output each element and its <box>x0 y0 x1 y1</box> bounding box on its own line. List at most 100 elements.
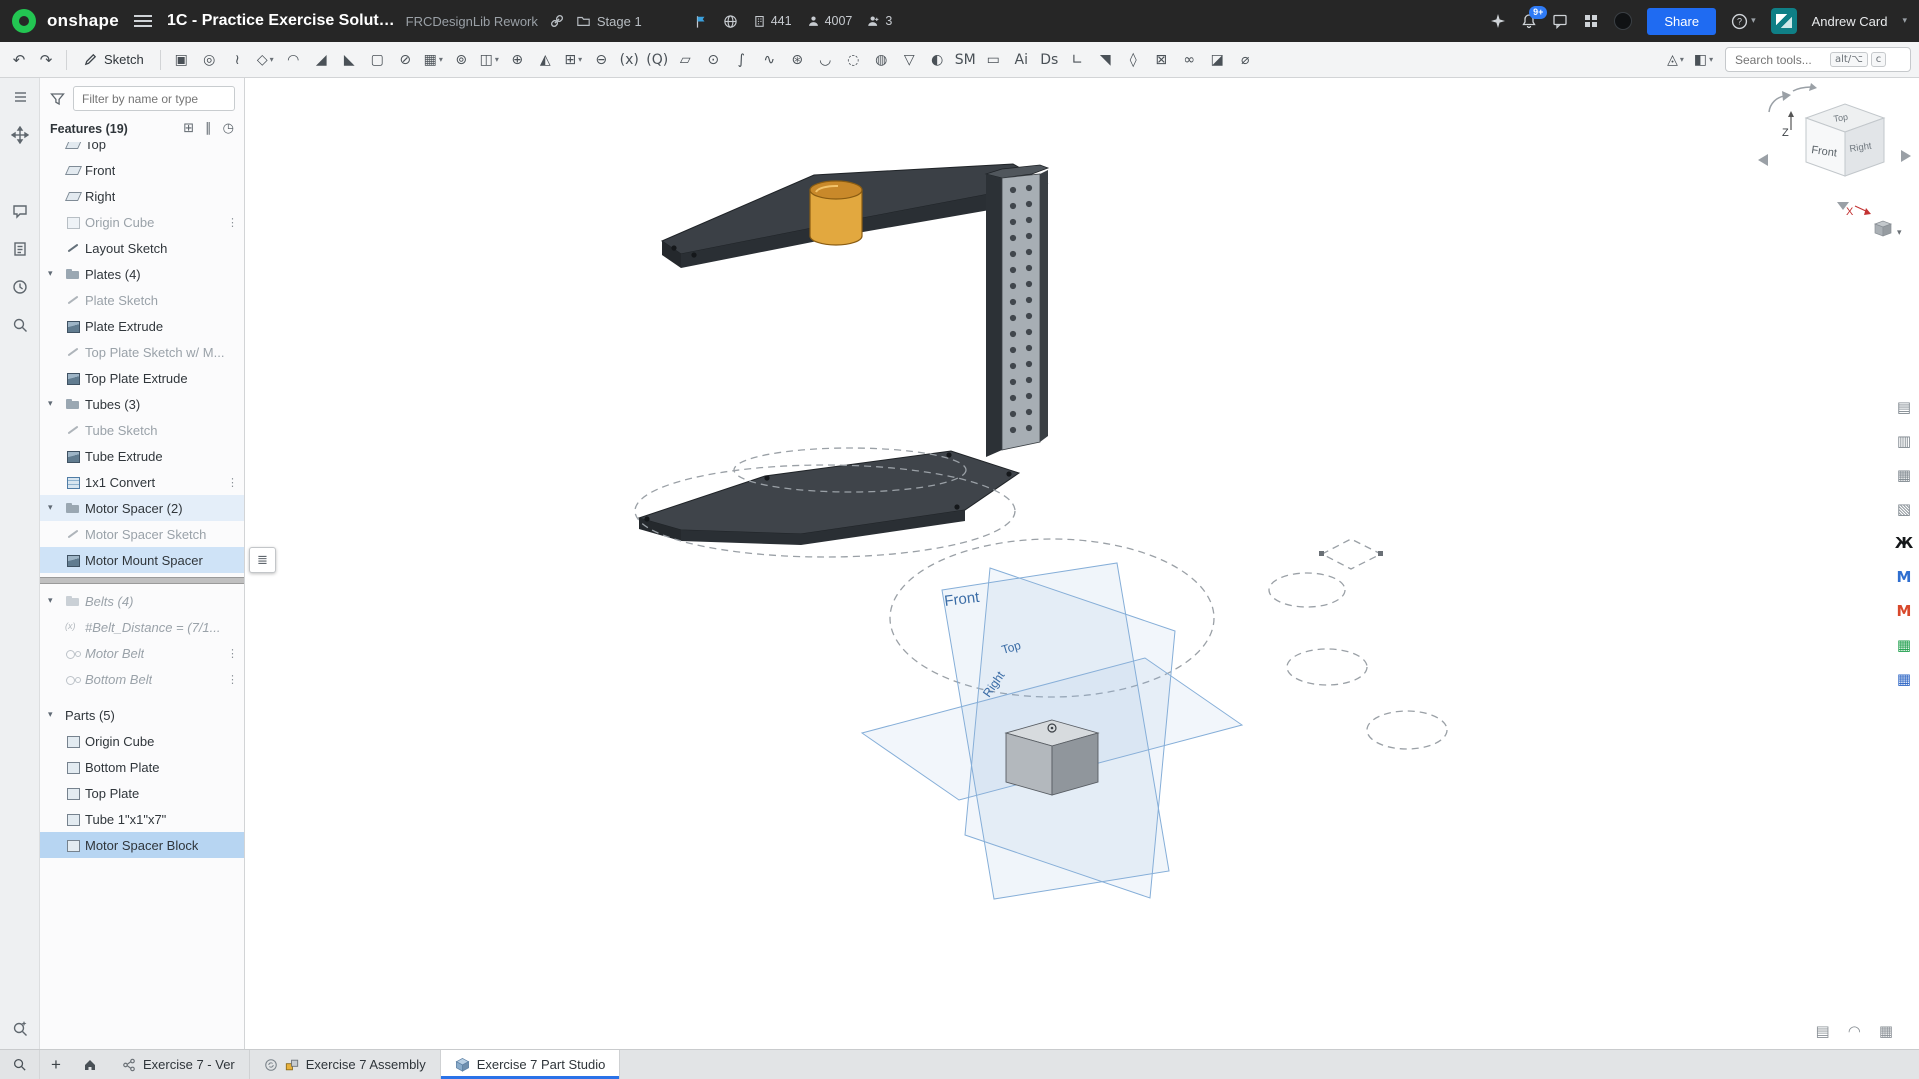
tool-boolean[interactable]: ⊕ <box>504 46 531 73</box>
search-document-icon[interactable] <box>9 1017 31 1039</box>
history-icon[interactable] <box>9 276 31 298</box>
feature-list-panel-icon[interactable] <box>9 86 31 108</box>
comments-icon[interactable] <box>9 200 31 222</box>
insert-here-icon[interactable]: ⊞ <box>183 121 194 136</box>
feature-row[interactable]: Right <box>40 183 244 209</box>
notes-icon[interactable] <box>9 238 31 260</box>
tool-bridging-curve[interactable]: ◡ <box>812 46 839 73</box>
tool-drawing-standards[interactable]: Ds <box>1036 46 1063 73</box>
sketch-button[interactable]: Sketch <box>74 48 153 71</box>
graphics-viewport[interactable]: Front Top Right Top <box>245 78 1919 1049</box>
feature-menu-icon[interactable] <box>227 476 238 489</box>
feature-row[interactable]: Tube Extrude <box>40 443 244 469</box>
tab-version[interactable]: Exercise 7 - Ver <box>108 1050 250 1079</box>
users-stat[interactable]: 4007 <box>807 14 853 28</box>
tab-part-studio-active[interactable]: Exercise 7 Part Studio <box>441 1050 621 1079</box>
followers-stat[interactable]: 3 <box>867 14 892 28</box>
rebuild-time-icon[interactable]: ◷ <box>223 121 234 136</box>
expand-chevron-icon[interactable] <box>48 710 61 720</box>
document-title[interactable]: 1C - Practice Exercise Solut… <box>167 12 395 30</box>
tool-point[interactable]: ⊙ <box>700 46 727 73</box>
feature-row[interactable]: Origin Cube <box>40 209 244 235</box>
feature-row[interactable]: Top Plate <box>40 780 244 806</box>
view-options-dropdown[interactable]: ▾ <box>1875 221 1902 238</box>
tool-variable[interactable]: (x) <box>616 46 643 73</box>
tool-belt[interactable]: ∞ <box>1176 46 1203 73</box>
expand-chevron-icon[interactable] <box>48 596 61 606</box>
tool-extrude[interactable]: ▣ <box>168 46 195 73</box>
feature-row[interactable]: Tube Sketch <box>40 417 244 443</box>
tool-chamfer[interactable]: ◢ <box>308 46 335 73</box>
share-button[interactable]: Share <box>1647 8 1716 35</box>
tool-loft[interactable]: ◇ <box>252 46 279 73</box>
tool-named-views[interactable]: ◬ <box>1662 46 1689 73</box>
dock-m-color-icon[interactable]: M <box>1893 600 1915 622</box>
tool-gusset[interactable]: ◥ <box>1092 46 1119 73</box>
dock-m-blue-icon[interactable]: M <box>1893 566 1915 588</box>
main-menu-icon[interactable] <box>134 15 152 27</box>
tool-filter[interactable]: ▽ <box>896 46 923 73</box>
tool-composite-curve[interactable]: ◌ <box>840 46 867 73</box>
notifications-bell-icon[interactable]: 9+ <box>1521 13 1537 29</box>
new-tab-button[interactable]: + <box>40 1050 72 1079</box>
onshape-logo-icon[interactable] <box>12 9 36 33</box>
expand-chevron-icon[interactable] <box>48 269 61 279</box>
rotate-left-arrow-icon[interactable] <box>1758 154 1768 166</box>
model-scene[interactable]: Front Top Right Top <box>245 78 1919 1048</box>
user-menu-chevron-icon[interactable]: ▾ <box>1902 16 1907 26</box>
feature-row[interactable]: Plates (4) <box>40 261 244 287</box>
tool-sheet-metal[interactable]: SM <box>952 46 979 73</box>
dock-clipboard-icon[interactable]: ▧ <box>1893 498 1915 520</box>
feature-row[interactable]: #Belt_Distance = (7/1... <box>40 614 244 640</box>
home-tab-button[interactable] <box>72 1050 108 1079</box>
feature-row[interactable]: Belts (4) <box>40 588 244 614</box>
feature-row[interactable]: Top <box>40 142 244 157</box>
undo-button[interactable]: ↶ <box>6 47 32 73</box>
feature-row[interactable]: 1x1 Convert <box>40 469 244 495</box>
tool-shell[interactable]: ▢ <box>364 46 391 73</box>
search-model-icon[interactable] <box>9 314 31 336</box>
dock-copy-icon[interactable]: ▥ <box>1893 430 1915 452</box>
tool-plane[interactable]: ▱ <box>672 46 699 73</box>
feature-row[interactable] <box>40 577 244 584</box>
feature-row[interactable]: Front <box>40 157 244 183</box>
tool-delete-part[interactable]: ⊖ <box>588 46 615 73</box>
dock-table-green-icon[interactable]: ▦ <box>1893 634 1915 656</box>
tool-fillet[interactable]: ◠ <box>280 46 307 73</box>
snapshot-icon[interactable]: ▤ <box>1816 1022 1830 1040</box>
tool-tag[interactable]: ◊ <box>1120 46 1147 73</box>
dock-table-blue-icon[interactable]: ▦ <box>1893 668 1915 690</box>
cloud-status-icon[interactable]: ◠ <box>1848 1022 1861 1040</box>
feature-row[interactable]: Origin Cube <box>40 728 244 754</box>
view-cube[interactable]: Top Front Right Z X <box>1758 83 1911 238</box>
suspend-rebuild-icon[interactable]: ∥ <box>205 121 212 136</box>
workspace-location[interactable]: Stage 1 <box>576 14 642 29</box>
dock-butterfly-icon[interactable]: Ж <box>1893 532 1915 554</box>
tool-appearance[interactable]: ◐ <box>924 46 951 73</box>
move-transform-icon[interactable] <box>9 124 31 146</box>
copy-link-icon[interactable] <box>549 13 565 29</box>
tool-flat-pattern[interactable]: ▭ <box>980 46 1007 73</box>
expand-chevron-icon[interactable] <box>48 399 61 409</box>
feature-row[interactable]: Motor Spacer Sketch <box>40 521 244 547</box>
user-avatar[interactable] <box>1771 8 1797 34</box>
flag-icon[interactable] <box>694 14 708 29</box>
tool-helix[interactable]: ∿ <box>756 46 783 73</box>
tool-intersection-curve[interactable]: ◍ <box>868 46 895 73</box>
tool-ai-advisor[interactable]: Ai <box>1008 46 1035 73</box>
feature-row[interactable]: Bottom Plate <box>40 754 244 780</box>
tool-section-view[interactable]: ◪ <box>1204 46 1231 73</box>
comments-panel-icon[interactable] <box>1552 13 1568 29</box>
tool-project[interactable]: ⊛ <box>784 46 811 73</box>
tool-measure[interactable]: ⌀ <box>1232 46 1259 73</box>
org-stat[interactable]: 441 <box>753 14 792 28</box>
rotate-cw-arrow-icon[interactable] <box>1793 87 1811 91</box>
tool-revolve[interactable]: ◎ <box>196 46 223 73</box>
feature-row[interactable]: Plate Extrude <box>40 313 244 339</box>
tool-sweep[interactable]: ≀ <box>224 46 251 73</box>
feature-menu-icon[interactable] <box>227 647 238 660</box>
feature-row[interactable]: Motor Spacer (2) <box>40 495 244 521</box>
search-tools-input[interactable] <box>1735 53 1827 67</box>
feature-menu-icon[interactable] <box>227 216 238 229</box>
feature-filter-input[interactable] <box>73 86 235 111</box>
